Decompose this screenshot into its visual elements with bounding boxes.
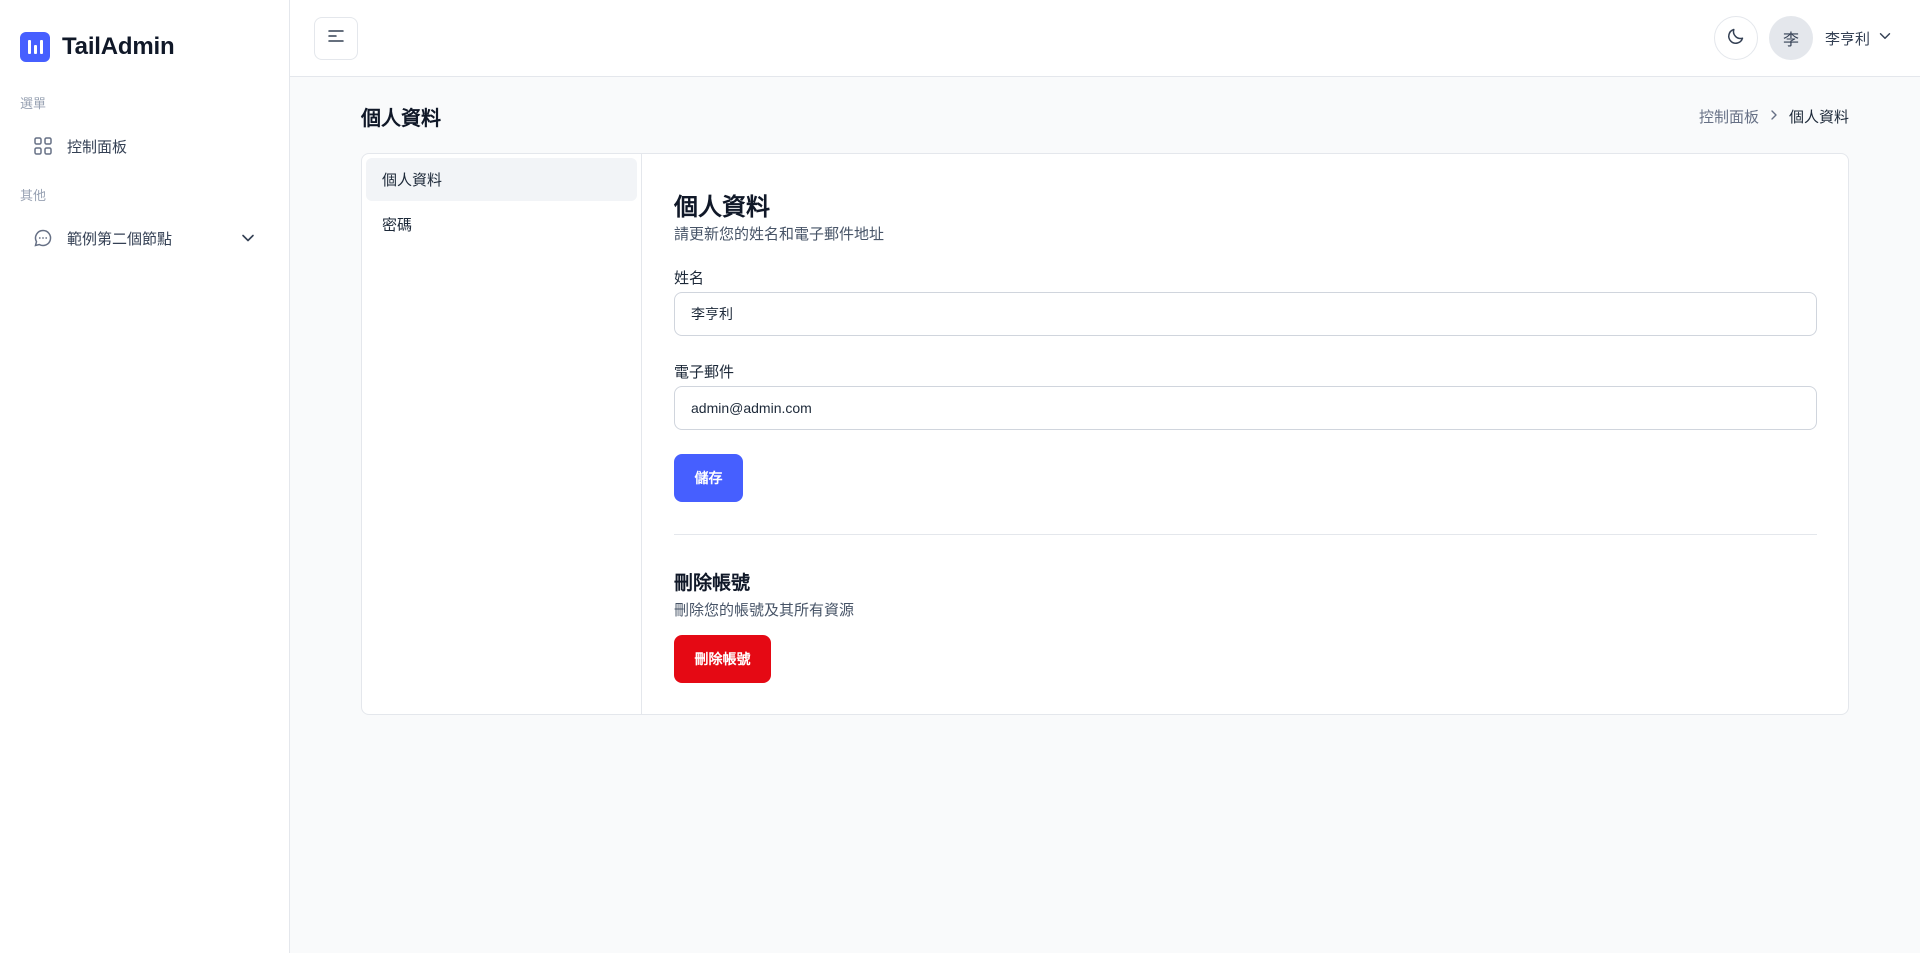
delete-account-title: 刪除帳號 bbox=[674, 573, 751, 594]
avatar: 李 bbox=[1768, 16, 1813, 60]
logo[interactable]: TailAdmin bbox=[20, 32, 175, 62]
breadcrumb-link-dashboard[interactable]: 控制面板 bbox=[1699, 106, 1759, 127]
nav-group-label-other: 其他 bbox=[20, 188, 47, 203]
user-menu[interactable]: 李 李亨利 bbox=[1768, 16, 1894, 60]
profile-section-description: 請更新您的姓名和電子郵件地址 bbox=[674, 226, 885, 243]
name-label: 姓名 bbox=[674, 270, 705, 287]
settings-nav-profile[interactable]: 個人資料 bbox=[366, 158, 637, 201]
sidebar-item-label: 控制面板 bbox=[67, 138, 128, 156]
menu-lines-icon bbox=[328, 29, 344, 48]
page-title: 個人資料 bbox=[361, 108, 441, 130]
save-button[interactable]: 儲存 bbox=[674, 454, 743, 502]
email-label: 電子郵件 bbox=[674, 364, 735, 381]
chevron-down-icon bbox=[1876, 27, 1894, 50]
settings-card: 個人資料 密碼 個人資料 請更新您的姓名和電子郵件地址 姓名 電子郵件 儲存 刪… bbox=[361, 153, 1849, 715]
top-header: 李 李亨利 bbox=[290, 0, 1920, 77]
sidebar: TailAdmin 選單 控制面板 其他 範例第二個節點 bbox=[0, 0, 290, 953]
section-divider bbox=[674, 534, 1817, 535]
email-field[interactable] bbox=[674, 386, 1817, 430]
settings-nav-password[interactable]: 密碼 bbox=[366, 203, 637, 246]
logo-icon bbox=[20, 32, 50, 62]
breadcrumb-current: 個人資料 bbox=[1788, 109, 1849, 126]
theme-toggle-button[interactable] bbox=[1714, 16, 1758, 60]
sidebar-item-dashboard[interactable]: 控制面板 bbox=[20, 126, 270, 166]
chat-bubble-icon bbox=[33, 228, 53, 248]
chevron-down-icon[interactable] bbox=[238, 228, 258, 248]
user-name: 李亨利 bbox=[1824, 30, 1870, 48]
sidebar-toggle-button[interactable] bbox=[314, 17, 358, 60]
delete-account-button[interactable]: 刪除帳號 bbox=[674, 635, 771, 683]
sidebar-item-example-node[interactable]: 範例第二個節點 bbox=[20, 218, 270, 258]
sidebar-item-label: 範例第二個節點 bbox=[67, 230, 173, 248]
grid-icon bbox=[33, 136, 53, 156]
chevron-right-icon bbox=[1767, 108, 1781, 126]
logo-text: TailAdmin bbox=[62, 33, 175, 60]
nav-group-label-menu: 選單 bbox=[20, 96, 47, 111]
breadcrumb: 控制面板 個人資料 bbox=[1699, 106, 1849, 127]
profile-section-title: 個人資料 bbox=[674, 194, 770, 221]
name-field[interactable] bbox=[674, 292, 1817, 336]
settings-nav: 個人資料 密碼 bbox=[362, 154, 642, 714]
moon-icon bbox=[1726, 26, 1746, 51]
delete-account-description: 刪除您的帳號及其所有資源 bbox=[674, 602, 855, 619]
